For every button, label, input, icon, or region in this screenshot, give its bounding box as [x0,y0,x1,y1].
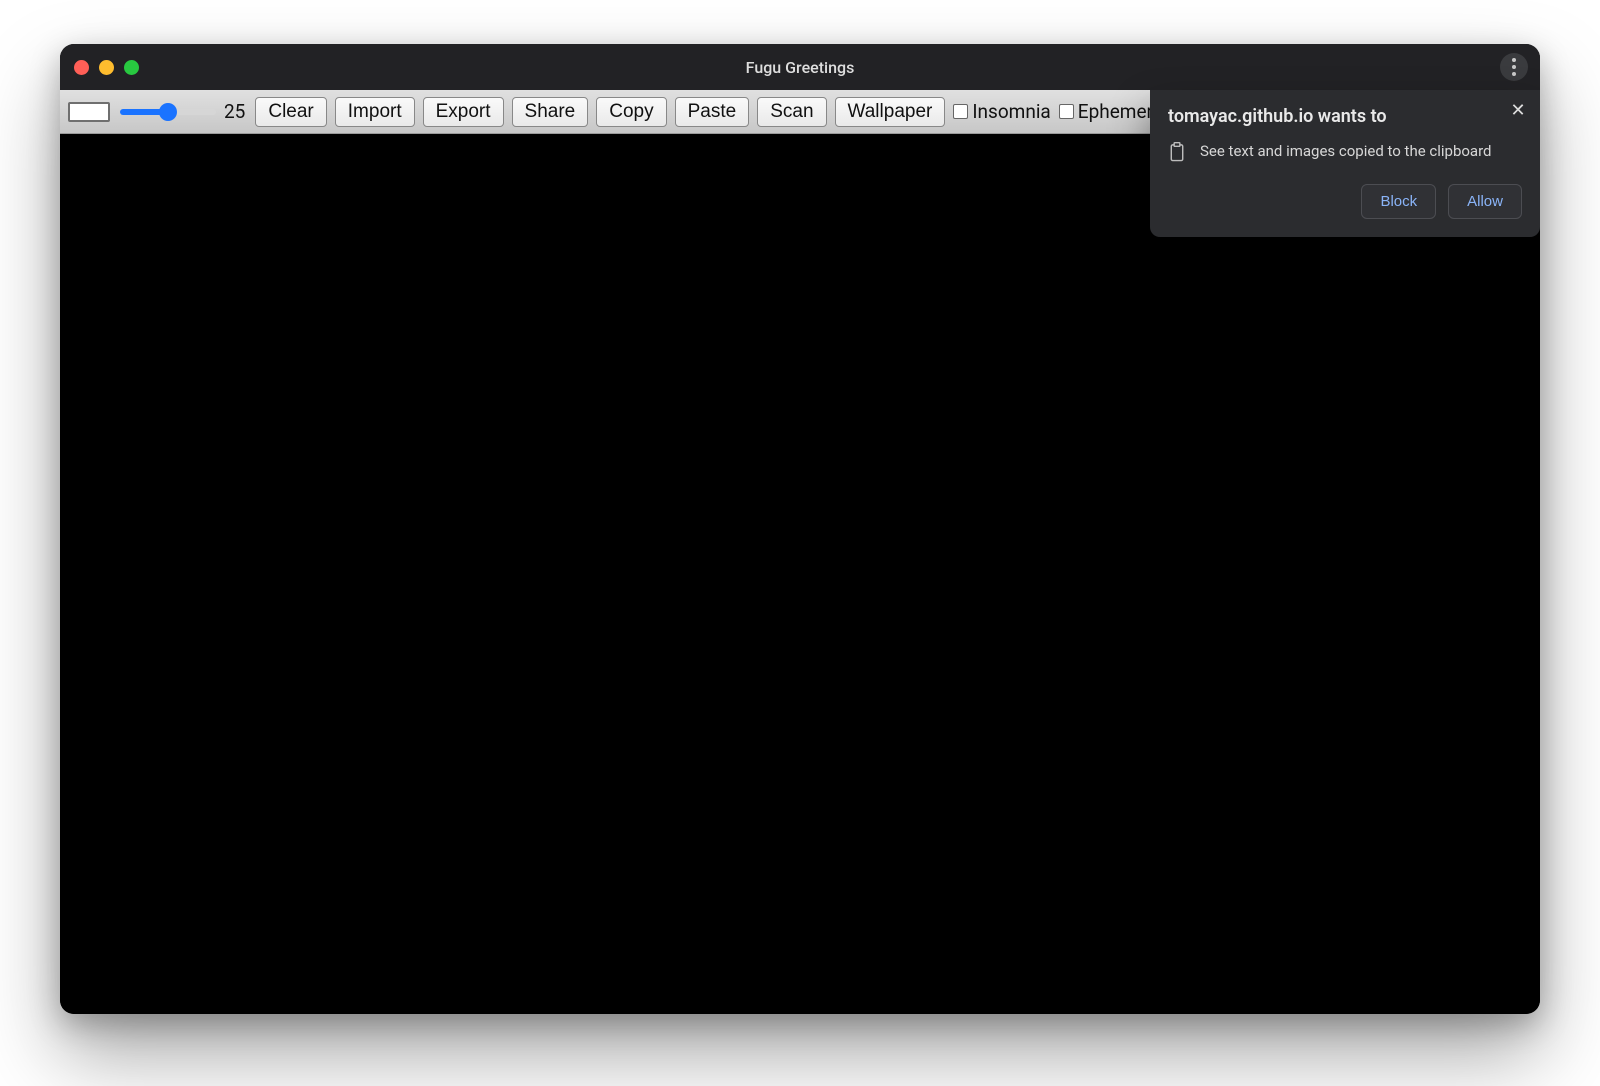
insomnia-option: Insomnia [953,100,1050,123]
paste-button[interactable]: Paste [675,97,750,127]
ephemeral-checkbox[interactable] [1059,104,1074,119]
permission-prompt: ✕ tomayac.github.io wants to See text an… [1150,90,1540,237]
window-controls [74,60,139,75]
allow-button[interactable]: Allow [1448,184,1522,219]
brush-size-slider[interactable] [120,109,216,115]
drawing-canvas[interactable] [60,134,1540,1014]
kebab-dot-icon [1512,65,1516,69]
permission-prompt-title: tomayac.github.io wants to [1168,106,1522,127]
import-button[interactable]: Import [335,97,415,127]
wallpaper-button[interactable]: Wallpaper [835,97,946,127]
maximize-window-button[interactable] [124,60,139,75]
permission-prompt-message: See text and images copied to the clipbo… [1200,141,1492,161]
minimize-window-button[interactable] [99,60,114,75]
kebab-dot-icon [1512,72,1516,76]
export-button[interactable]: Export [423,97,504,127]
block-button[interactable]: Block [1361,184,1436,219]
insomnia-checkbox[interactable] [953,104,968,119]
close-icon[interactable]: ✕ [1508,100,1528,120]
insomnia-label: Insomnia [972,100,1050,123]
clear-button[interactable]: Clear [255,97,326,127]
share-button[interactable]: Share [512,97,589,127]
brush-size-value: 25 [224,100,245,123]
clipboard-icon [1168,142,1186,162]
color-swatch[interactable] [68,102,110,122]
copy-button[interactable]: Copy [596,97,666,127]
window-title: Fugu Greetings [60,58,1540,77]
more-menu-button[interactable] [1500,53,1528,81]
permission-prompt-actions: Block Allow [1168,184,1522,219]
scan-button[interactable]: Scan [757,97,826,127]
brush-size-control: 25 [118,100,247,123]
titlebar: Fugu Greetings [60,44,1540,90]
kebab-dot-icon [1512,58,1516,62]
close-window-button[interactable] [74,60,89,75]
app-window: Fugu Greetings 25 Clear Import Export Sh… [60,44,1540,1014]
